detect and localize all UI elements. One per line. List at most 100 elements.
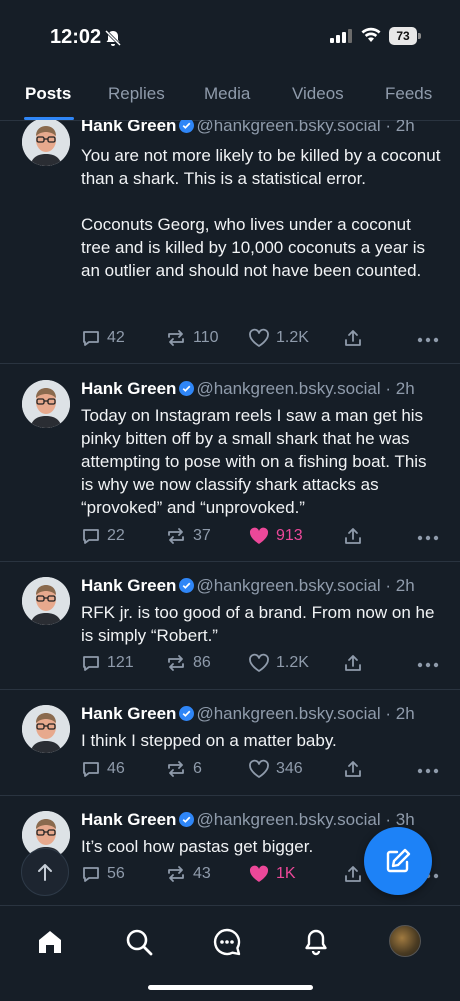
share-button[interactable] <box>344 526 362 546</box>
author-handle[interactable]: @hankgreen.bsky.social <box>196 576 380 595</box>
author-face <box>22 705 70 753</box>
like-heart-filled-icon <box>249 527 269 544</box>
post-item[interactable]: Hank Green @hankgreen.bsky.social · 2h RF… <box>0 561 460 690</box>
more-options-button[interactable] <box>417 662 439 668</box>
nav-chat-button[interactable] <box>207 922 247 962</box>
reply-icon <box>83 656 99 671</box>
reply-button[interactable]: 46 <box>81 759 125 779</box>
nav-profile-avatar[interactable] <box>389 925 421 957</box>
more-options-button[interactable] <box>417 768 439 774</box>
signal-icon <box>330 29 352 43</box>
repost-button[interactable]: 37 <box>165 526 211 546</box>
author-avatar[interactable] <box>22 705 70 753</box>
author-handle[interactable]: @hankgreen.bsky.social <box>196 120 380 135</box>
repost-icon <box>168 330 184 346</box>
tab-replies[interactable]: Replies <box>108 84 165 104</box>
post-actions: 22 37 913 <box>81 526 441 550</box>
like-button[interactable]: 346 <box>248 759 303 779</box>
share-icon <box>345 761 361 777</box>
verified-badge-icon <box>179 578 195 593</box>
repost-count: 86 <box>193 654 211 671</box>
share-icon <box>345 330 361 346</box>
repost-button[interactable]: 6 <box>165 759 202 779</box>
like-button[interactable]: 1K <box>248 864 296 884</box>
post-text: You are not more likely to be killed by … <box>81 146 441 280</box>
repost-icon <box>168 761 184 777</box>
status-time: 12:02 <box>50 26 102 48</box>
verified-badge-icon <box>179 381 195 396</box>
share-icon <box>345 655 361 671</box>
author-name[interactable]: Hank Green <box>81 704 176 723</box>
reply-icon <box>83 331 99 346</box>
reply-count: 42 <box>107 329 125 346</box>
like-button[interactable]: 1.2K <box>248 328 309 348</box>
like-count: 1K <box>276 865 296 882</box>
like-count: 1.2K <box>276 654 309 671</box>
repost-button[interactable]: 86 <box>165 653 211 673</box>
repost-count: 43 <box>193 865 211 882</box>
repost-count: 37 <box>193 527 211 544</box>
more-options-icon <box>417 662 439 668</box>
author-avatar[interactable] <box>22 380 70 428</box>
post-header: Hank Green @hankgreen.bsky.social · 2h <box>81 704 415 723</box>
share-button[interactable] <box>344 653 362 673</box>
post-header: Hank Green @hankgreen.bsky.social · 2h <box>81 576 415 595</box>
repost-button[interactable]: 43 <box>165 864 211 884</box>
share-button[interactable] <box>344 864 362 884</box>
post-header: Hank Green @hankgreen.bsky.social · 2h <box>81 379 415 398</box>
reply-button[interactable]: 22 <box>81 526 125 546</box>
verified-badge-icon <box>179 706 195 721</box>
reply-count: 56 <box>107 865 125 882</box>
like-button[interactable]: 913 <box>248 526 303 546</box>
post-feed: Hank Green @hankgreen.bsky.social · 2h Yo… <box>0 120 460 905</box>
author-name[interactable]: Hank Green <box>81 120 176 135</box>
tab-feeds[interactable]: Feeds <box>385 84 432 104</box>
reply-icon <box>83 529 99 544</box>
more-options-icon <box>417 768 439 774</box>
author-name[interactable]: Hank Green <box>81 379 176 398</box>
reply-button[interactable]: 121 <box>81 653 134 673</box>
author-handle[interactable]: @hankgreen.bsky.social <box>196 379 380 398</box>
post-actions: 42 110 1.2K <box>81 328 441 352</box>
home-indicator <box>148 985 313 990</box>
author-avatar[interactable] <box>22 120 70 166</box>
post-header: Hank Green @hankgreen.bsky.social · 3h <box>81 810 415 829</box>
post-item[interactable]: Hank Green @hankgreen.bsky.social · 2h I … <box>0 689 460 796</box>
nav-home-button[interactable] <box>30 922 70 962</box>
author-handle[interactable]: @hankgreen.bsky.social <box>196 704 380 723</box>
scroll-to-top-button[interactable] <box>21 848 69 896</box>
reply-icon <box>83 867 99 882</box>
share-button[interactable] <box>344 759 362 779</box>
like-count: 346 <box>276 760 303 777</box>
more-options-button[interactable] <box>417 337 439 343</box>
more-options-button[interactable] <box>417 535 439 541</box>
like-heart-icon <box>249 653 269 672</box>
post-text: RFK jr. is too good of a brand. From now… <box>81 603 435 645</box>
repost-button[interactable]: 110 <box>165 328 219 348</box>
author-name[interactable]: Hank Green <box>81 810 176 829</box>
reply-icon <box>83 762 99 777</box>
compose-post-button[interactable] <box>364 827 432 895</box>
nav-notifications-button[interactable] <box>296 922 336 962</box>
repost-icon <box>168 528 184 544</box>
chat-icon <box>213 928 241 956</box>
nav-search-button[interactable] <box>119 922 159 962</box>
reply-count: 121 <box>107 654 134 671</box>
author-name[interactable]: Hank Green <box>81 576 176 595</box>
reply-button[interactable]: 56 <box>81 864 125 884</box>
reply-count: 22 <box>107 527 125 544</box>
like-button[interactable]: 1.2K <box>248 653 309 673</box>
reply-button[interactable]: 42 <box>81 328 125 348</box>
post-actions: 121 86 1.2K <box>81 653 441 677</box>
author-avatar[interactable] <box>22 577 70 625</box>
home-icon <box>39 931 61 953</box>
tab-videos[interactable]: Videos <box>292 84 344 104</box>
verified-badge-icon <box>179 812 195 827</box>
more-options-icon <box>417 337 439 343</box>
tab-posts[interactable]: Posts <box>25 84 71 104</box>
share-button[interactable] <box>344 328 362 348</box>
post-item[interactable]: Hank Green @hankgreen.bsky.social · 2h To… <box>0 364 460 562</box>
author-handle[interactable]: @hankgreen.bsky.social <box>196 810 380 829</box>
tab-media[interactable]: Media <box>204 84 250 104</box>
post-item[interactable]: Hank Green @hankgreen.bsky.social · 2h Yo… <box>0 120 460 364</box>
